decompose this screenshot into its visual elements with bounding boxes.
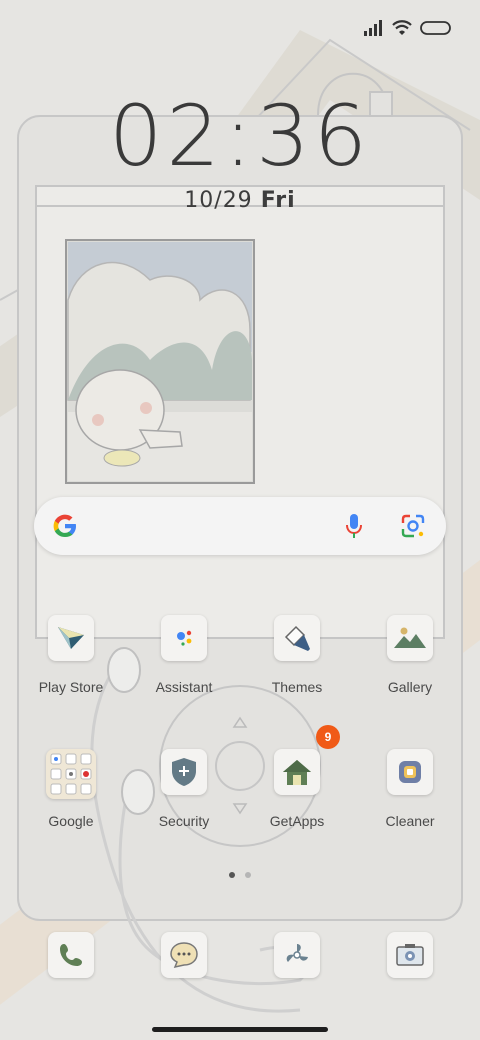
app-google-folder[interactable]: Google: [16, 749, 126, 829]
play-store-icon: [48, 615, 94, 661]
browser-icon: [286, 944, 308, 962]
google-search-bar[interactable]: [34, 497, 446, 555]
app-gallery[interactable]: Gallery: [355, 615, 465, 695]
notification-badge: 9: [316, 725, 340, 749]
mic-icon[interactable]: [344, 513, 364, 539]
wifi-icon: [392, 20, 412, 35]
app-label: Themes: [271, 679, 323, 695]
app-label: Play Store: [38, 679, 104, 695]
page-dot-active: [229, 872, 235, 878]
status-bar: [364, 14, 452, 42]
app-label: Cleaner: [385, 813, 435, 829]
app-getapps[interactable]: 9 GetApps: [242, 725, 352, 829]
security-icon: [161, 749, 207, 795]
themes-icon: [274, 615, 320, 661]
assistant-icon: [161, 615, 207, 661]
getapps-icon: 9: [274, 725, 340, 795]
app-assistant[interactable]: Assistant: [129, 615, 239, 695]
app-play-store[interactable]: Play Store: [16, 615, 126, 695]
dock-messaging[interactable]: [161, 932, 207, 978]
day-text: Fri: [260, 188, 296, 213]
dock-camera[interactable]: [387, 932, 433, 978]
clock-time[interactable]: 02:36: [0, 88, 480, 184]
dock-browser[interactable]: [274, 932, 320, 978]
app-themes[interactable]: Themes: [242, 615, 352, 695]
dock-phone[interactable]: [48, 932, 94, 978]
home-gesture-bar[interactable]: [152, 1027, 328, 1032]
page-dot: [245, 872, 251, 878]
app-cleaner[interactable]: Cleaner: [355, 749, 465, 829]
phone-icon: [60, 944, 82, 966]
app-label: Google: [48, 813, 94, 829]
camera-icon: [396, 944, 424, 966]
app-label: Gallery: [387, 679, 433, 695]
date-text: 10/29: [184, 188, 253, 213]
page-indicator[interactable]: [0, 872, 480, 878]
google-folder-icon: [46, 749, 96, 799]
battery-icon: [420, 21, 451, 35]
signal-icon: [364, 20, 382, 36]
app-label: Security: [158, 813, 210, 829]
app-label: GetApps: [269, 813, 325, 829]
clock-date[interactable]: 10/29 Fri: [0, 188, 480, 213]
gallery-icon: [387, 615, 433, 661]
app-security[interactable]: Security: [129, 749, 239, 829]
google-g-logo: [53, 514, 76, 537]
app-label: Assistant: [155, 679, 213, 695]
cleaner-icon: [387, 749, 433, 795]
messaging-icon: [170, 942, 198, 969]
lens-icon[interactable]: [400, 513, 426, 539]
